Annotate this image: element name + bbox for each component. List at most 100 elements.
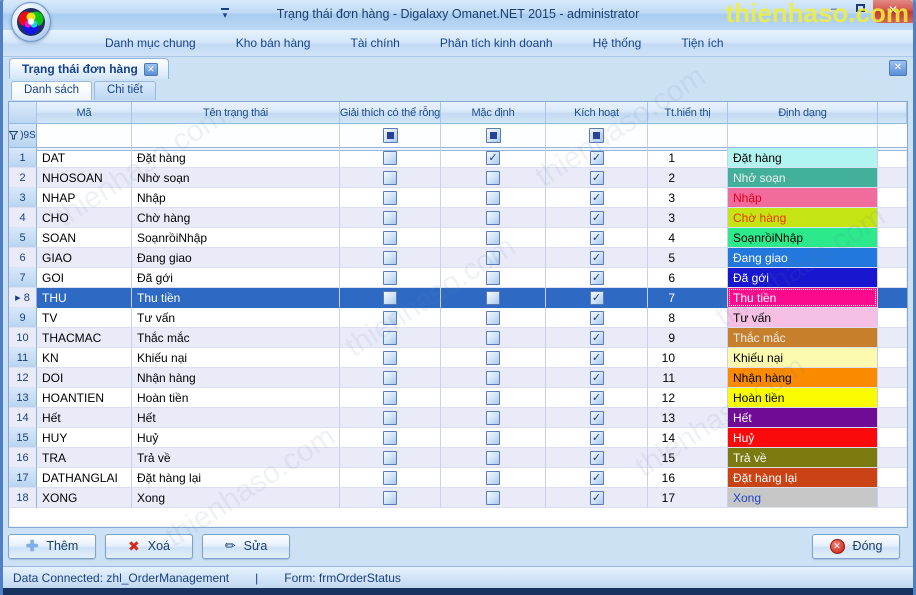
cell-default-checkbox[interactable] — [486, 471, 500, 485]
cell-active-checkbox[interactable] — [590, 411, 604, 425]
cell-display-order[interactable]: 14 — [648, 428, 728, 448]
cell-active-checkbox[interactable] — [590, 391, 604, 405]
row-indicator[interactable]: 6 — [9, 248, 37, 268]
row-indicator[interactable]: 11 — [9, 348, 37, 368]
cell-explain-checkbox[interactable] — [383, 451, 397, 465]
cell-active-checkbox[interactable] — [590, 271, 604, 285]
table-row[interactable]: 4CHOChờ hàng3Chờ hàng — [9, 208, 907, 228]
cell-explain-checkbox[interactable] — [383, 271, 397, 285]
row-indicator[interactable]: 4 — [9, 208, 37, 228]
cell-code[interactable]: KN — [37, 348, 132, 368]
cell-default[interactable] — [441, 388, 546, 408]
cell-format[interactable]: Thu tiền — [728, 288, 878, 308]
table-row[interactable]: 3NHAPNhập3Nhập — [9, 188, 907, 208]
cell-code[interactable]: NHOSOAN — [37, 168, 132, 188]
cell-default-checkbox[interactable] — [486, 331, 500, 345]
cell-active-checkbox[interactable] — [590, 251, 604, 265]
filter-tt-hien-thi[interactable] — [648, 124, 728, 148]
cell-active-checkbox[interactable] — [590, 211, 604, 225]
column-header-kich-hoat[interactable]: Kích hoạt — [546, 102, 648, 124]
row-indicator[interactable]: 1 — [9, 148, 37, 168]
cell-name[interactable]: Khiếu nại — [132, 348, 340, 368]
filter-mac-dinh-checkbox[interactable] — [486, 128, 501, 143]
cell-format[interactable]: Xong — [728, 488, 878, 508]
cell-default-checkbox[interactable] — [486, 431, 500, 445]
cell-format[interactable]: Thắc mắc — [728, 328, 878, 348]
column-header-mac-dinh[interactable]: Mặc định — [441, 102, 546, 124]
cell-code[interactable]: CHO — [37, 208, 132, 228]
cell-name[interactable]: Đã gới — [132, 268, 340, 288]
cell-display-order[interactable]: 1 — [648, 148, 728, 168]
filter-dinh-dang[interactable] — [728, 124, 878, 148]
cell-name[interactable]: Đặt hàng — [132, 148, 340, 168]
cell-default-checkbox[interactable] — [486, 371, 500, 385]
cell-code[interactable]: GIAO — [37, 248, 132, 268]
cell-active-checkbox[interactable] — [590, 191, 604, 205]
cell-code[interactable]: HUY — [37, 428, 132, 448]
tab-trang-thai-don-hang[interactable]: Trạng thái đơn hàng ✕ — [9, 58, 169, 79]
menu-he-thong[interactable]: Hệ thống — [575, 33, 660, 53]
menu-danh-muc-chung[interactable]: Danh mục chung — [87, 33, 214, 53]
cell-explain[interactable] — [340, 248, 441, 268]
cell-default[interactable] — [441, 468, 546, 488]
cell-active[interactable] — [546, 308, 648, 328]
cell-active[interactable] — [546, 168, 648, 188]
cell-display-order[interactable]: 3 — [648, 188, 728, 208]
cell-explain[interactable] — [340, 488, 441, 508]
cell-default-checkbox[interactable] — [486, 391, 500, 405]
table-row[interactable]: 9TVTư vấn8Tư vấn — [9, 308, 907, 328]
cell-explain[interactable] — [340, 468, 441, 488]
add-button[interactable]: ✚ Thêm — [8, 534, 96, 559]
column-header-giai-thich[interactable]: Giải thích có thể rỗng — [340, 102, 441, 124]
row-indicator[interactable]: 5 — [9, 228, 37, 248]
filter-giai-thich[interactable] — [340, 124, 441, 148]
cell-explain[interactable] — [340, 228, 441, 248]
cell-default-checkbox[interactable] — [486, 311, 500, 325]
row-indicator[interactable]: 17 — [9, 468, 37, 488]
cell-format[interactable]: Trả về — [728, 448, 878, 468]
cell-active-checkbox[interactable] — [590, 151, 604, 165]
cell-explain[interactable] — [340, 348, 441, 368]
edit-button[interactable]: ✏ Sửa — [202, 534, 290, 559]
table-row[interactable]: 7GOIĐã gới6Đã gới — [9, 268, 907, 288]
cell-explain[interactable] — [340, 448, 441, 468]
cell-format[interactable]: Nhập — [728, 188, 878, 208]
cell-active-checkbox[interactable] — [590, 371, 604, 385]
tab-danh-sach[interactable]: Danh sách — [11, 81, 92, 100]
column-header-ma[interactable]: Mã — [37, 102, 132, 124]
row-indicator[interactable]: 18 — [9, 488, 37, 508]
menu-kho-ban-hang[interactable]: Kho bán hàng — [218, 33, 329, 53]
cell-name[interactable]: Đặt hàng lại — [132, 468, 340, 488]
cell-explain-checkbox[interactable] — [383, 191, 397, 205]
cell-explain-checkbox[interactable] — [383, 151, 397, 165]
cell-format[interactable]: Tư vấn — [728, 308, 878, 328]
cell-explain-checkbox[interactable] — [383, 171, 397, 185]
cell-default[interactable] — [441, 268, 546, 288]
cell-explain-checkbox[interactable] — [383, 291, 397, 305]
cell-active[interactable] — [546, 148, 648, 168]
table-row[interactable]: 6GIAOĐang giao5Đang giao — [9, 248, 907, 268]
cell-display-order[interactable]: 5 — [648, 248, 728, 268]
cell-active-checkbox[interactable] — [590, 291, 604, 305]
cell-code[interactable]: DAT — [37, 148, 132, 168]
table-row[interactable]: 11KNKhiếu nại10Khiếu nại — [9, 348, 907, 368]
cell-explain[interactable] — [340, 268, 441, 288]
cell-explain[interactable] — [340, 168, 441, 188]
close-window-button[interactable]: ✕ — [873, 0, 913, 23]
cell-display-order[interactable]: 12 — [648, 388, 728, 408]
cell-active-checkbox[interactable] — [590, 331, 604, 345]
cell-name[interactable]: Hoàn tiền — [132, 388, 340, 408]
cell-explain-checkbox[interactable] — [383, 251, 397, 265]
table-row[interactable]: 10THACMACThắc mắc9Thắc mắc — [9, 328, 907, 348]
row-indicator[interactable]: 7 — [9, 268, 37, 288]
cell-default[interactable] — [441, 368, 546, 388]
cell-explain-checkbox[interactable] — [383, 371, 397, 385]
cell-default[interactable] — [441, 428, 546, 448]
cell-active[interactable] — [546, 228, 648, 248]
cell-display-order[interactable]: 16 — [648, 468, 728, 488]
cell-name[interactable]: Thắc mắc — [132, 328, 340, 348]
cell-active-checkbox[interactable] — [590, 471, 604, 485]
cell-default-checkbox[interactable] — [486, 411, 500, 425]
cell-code[interactable]: TRA — [37, 448, 132, 468]
menu-tien-ich[interactable]: Tiện ích — [663, 33, 741, 53]
